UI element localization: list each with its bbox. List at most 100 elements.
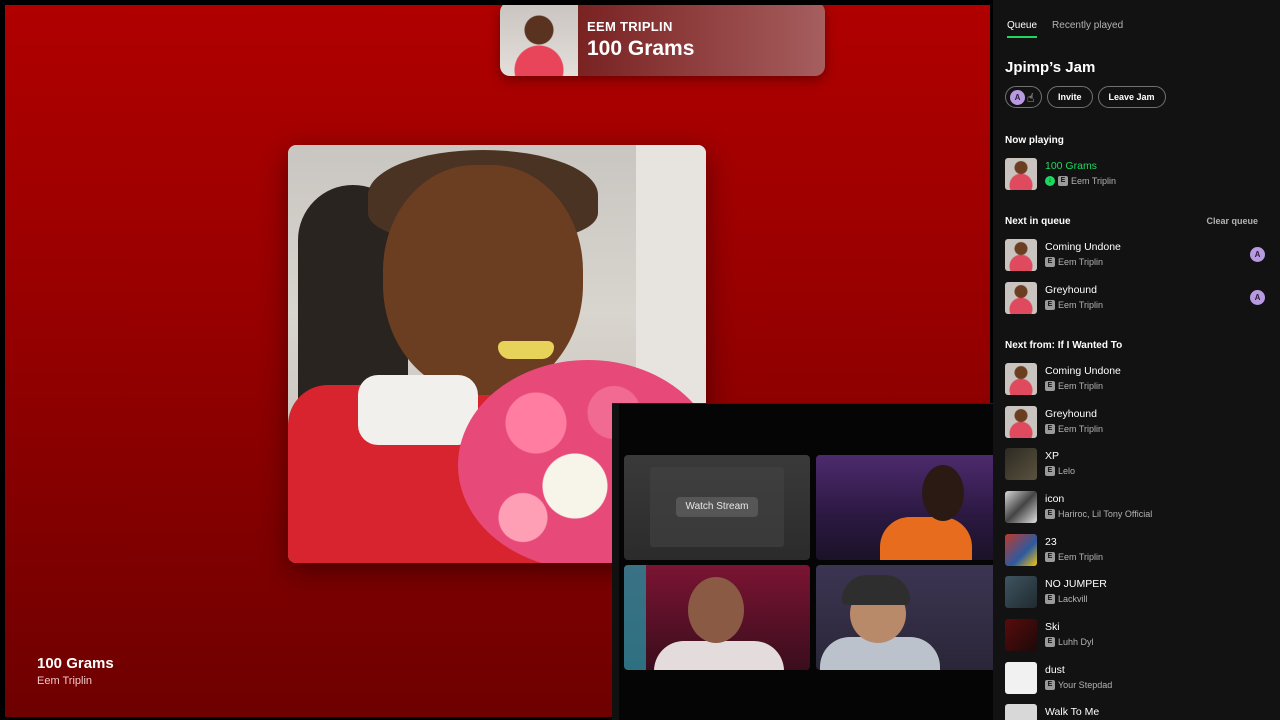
now-playing-track[interactable]: 100 Grams ↓ E Eem Triplin — [1005, 157, 1265, 191]
track-thumbnail — [1005, 491, 1037, 523]
track-artist: Eem Triplin — [1071, 176, 1117, 186]
track-subtitle: E Luhh Dyl — [1045, 637, 1094, 647]
track-artist[interactable]: Eem Triplin — [37, 675, 92, 687]
track-subtitle: E Eem Triplin — [1045, 300, 1103, 310]
track-thumbnail — [1005, 406, 1037, 438]
explicit-icon: E — [1045, 680, 1055, 690]
explicit-icon: E — [1045, 509, 1055, 519]
track-thumbnail — [1005, 619, 1037, 651]
track-subtitle: E Eem Triplin — [1045, 552, 1103, 562]
track-title: icon — [1045, 493, 1065, 505]
track-subtitle: E Eem Triplin — [1045, 257, 1103, 267]
queue-track[interactable]: 23 E Eem Triplin — [1005, 533, 1265, 567]
track-title: Coming Undone — [1045, 365, 1121, 377]
explicit-icon: E — [1045, 257, 1055, 267]
video-call-panel: Watch Stream — [612, 403, 1008, 720]
track-title: Coming Undone — [1045, 241, 1121, 253]
track-thumbnail — [1005, 158, 1037, 190]
queue-track[interactable]: NO JUMPER E Lackvill — [1005, 575, 1265, 609]
webcam-tile[interactable] — [624, 565, 810, 670]
track-title[interactable]: 100 Grams — [37, 655, 114, 672]
track-subtitle: E Your Stepdad — [1045, 680, 1112, 690]
track-artist: Eem Triplin — [1058, 257, 1104, 267]
explicit-icon: E — [1045, 424, 1055, 434]
queue-track[interactable]: icon E Hariroc, Lil Tony Official — [1005, 490, 1265, 524]
clear-queue-button[interactable]: Clear queue — [1206, 216, 1258, 226]
track-title: Greyhound — [1045, 408, 1097, 420]
queue-track[interactable]: Greyhound E Eem Triplin A — [1005, 281, 1265, 315]
track-subtitle: E Hariroc, Lil Tony Official — [1045, 509, 1152, 519]
next-in-queue-heading: Next in queue — [1005, 216, 1071, 227]
track-thumbnail — [1005, 239, 1037, 271]
track-artist: Lackvill — [1058, 594, 1088, 604]
track-subtitle: E Lackvill — [1045, 594, 1088, 604]
track-artist: Eem Triplin — [1058, 381, 1104, 391]
tab-queue[interactable]: Queue — [1007, 20, 1038, 38]
webcam-tile[interactable] — [816, 565, 1002, 670]
webcam-tile[interactable] — [816, 455, 1002, 560]
track-artist: Eem Triplin — [1058, 300, 1104, 310]
track-title: 100 Grams — [1045, 160, 1097, 172]
track-artist: Eem Triplin — [1058, 552, 1104, 562]
track-thumbnail — [1005, 363, 1037, 395]
queue-track[interactable]: Coming Undone E Eem Triplin — [1005, 362, 1265, 396]
queue-track[interactable]: XP E Lelo — [1005, 447, 1265, 481]
explicit-icon: E — [1045, 466, 1055, 476]
track-title: NO JUMPER — [1045, 578, 1107, 590]
track-title: Walk To Me — [1045, 706, 1100, 718]
track-title: Ski — [1045, 621, 1060, 633]
track-title: 23 — [1045, 536, 1057, 548]
track-subtitle: ↓ E Eem Triplin — [1045, 176, 1116, 186]
invite-button[interactable]: Invite — [1047, 86, 1093, 108]
stream-tile[interactable]: Watch Stream — [624, 455, 810, 560]
track-thumbnail — [1005, 534, 1037, 566]
jam-title: Jpimp’s Jam — [1005, 59, 1096, 76]
track-title: XP — [1045, 450, 1060, 462]
track-artist: Lelo — [1058, 466, 1076, 476]
track-subtitle: E Eem Triplin — [1045, 424, 1103, 434]
jam-actions: A ☝ Invite Leave Jam — [1005, 86, 1166, 108]
queue-track[interactable]: dust E Your Stepdad — [1005, 661, 1265, 695]
downloaded-icon: ↓ — [1045, 176, 1055, 186]
track-artist: Hariroc, Lil Tony Official — [1058, 509, 1153, 519]
explicit-icon: E — [1045, 381, 1055, 391]
explicit-icon: E — [1045, 637, 1055, 647]
app-window: EEM TRIPLIN 100 Grams 100 Grams Eem Trip… — [0, 0, 1280, 720]
banner-title: 100 Grams — [587, 37, 695, 60]
banner-album-art — [500, 5, 578, 76]
track-subtitle: E Eem Triplin — [1045, 381, 1103, 391]
track-artist: Luhh Dyl — [1058, 637, 1094, 647]
sidebar-tabs: Queue Recently played — [1007, 20, 1123, 38]
queue-track[interactable]: Ski E Luhh Dyl — [1005, 618, 1265, 652]
track-artist: Your Stepdad — [1058, 680, 1113, 690]
banner-artist: EEM TRIPLIN — [587, 19, 673, 34]
queue-track[interactable]: Greyhound E Eem Triplin — [1005, 405, 1265, 439]
now-playing-heading: Now playing — [1005, 135, 1064, 146]
queue-track[interactable]: Coming Undone E Eem Triplin A — [1005, 238, 1265, 272]
explicit-icon: E — [1045, 594, 1055, 604]
track-thumbnail — [1005, 282, 1037, 314]
watch-stream-button[interactable]: Watch Stream — [676, 497, 758, 517]
tab-recently-played[interactable]: Recently played — [1052, 20, 1123, 38]
track-subtitle: E Lelo — [1045, 466, 1075, 476]
leave-jam-button[interactable]: Leave Jam — [1097, 86, 1166, 108]
avatar: A — [1010, 90, 1025, 105]
track-artist: Eem Triplin — [1058, 424, 1104, 434]
added-by-avatar: A — [1250, 290, 1265, 305]
now-playing-banner[interactable]: EEM TRIPLIN 100 Grams — [500, 5, 825, 76]
track-title: dust — [1045, 664, 1065, 676]
track-thumbnail — [1005, 704, 1037, 720]
explicit-icon: E — [1045, 552, 1055, 562]
queue-track[interactable]: Walk To Me — [1005, 703, 1265, 720]
added-by-avatar: A — [1250, 247, 1265, 262]
pointer-cursor-icon: ☝ — [1027, 91, 1035, 105]
next-from-heading: Next from: If I Wanted To — [1005, 340, 1123, 351]
jam-participants[interactable]: A ☝ — [1005, 86, 1042, 108]
explicit-icon: E — [1058, 176, 1068, 186]
queue-sidebar: Queue Recently played Jpimp’s Jam A ☝ In… — [993, 0, 1280, 720]
explicit-icon: E — [1045, 300, 1055, 310]
track-thumbnail — [1005, 576, 1037, 608]
track-thumbnail — [1005, 448, 1037, 480]
panel-edge — [612, 404, 619, 720]
track-title: Greyhound — [1045, 284, 1097, 296]
